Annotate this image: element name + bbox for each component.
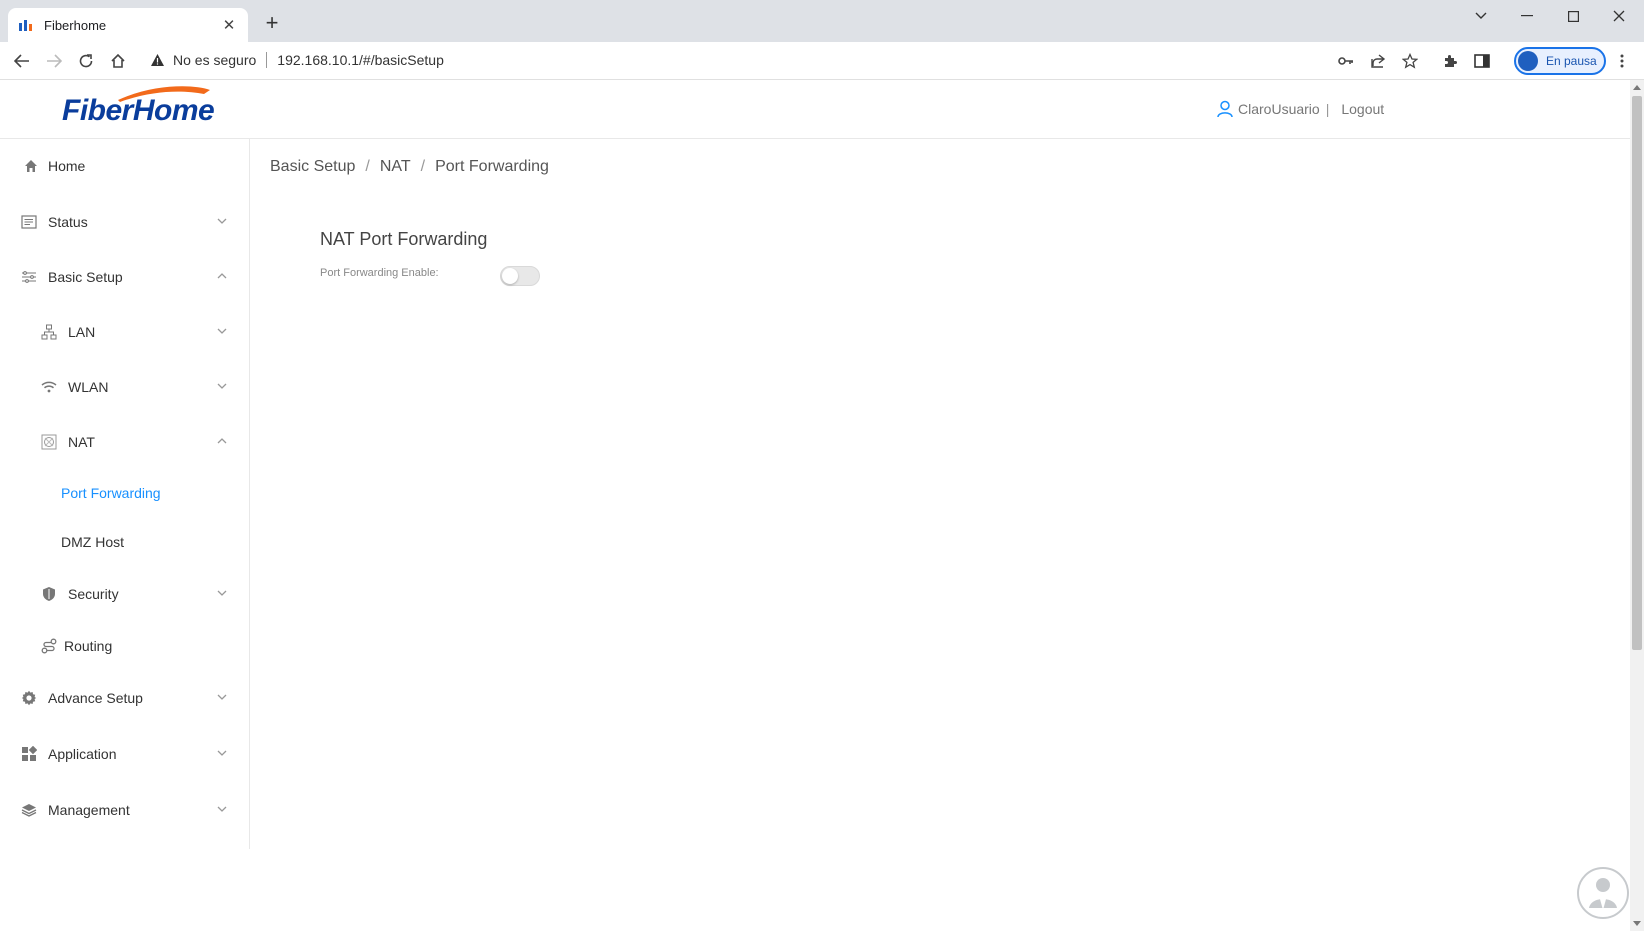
sidebar-item-label: Basic Setup: [48, 269, 123, 285]
sidebar-item-label: NAT: [68, 434, 95, 450]
sidebar-item-status[interactable]: Status: [0, 202, 249, 242]
forward-arrow-icon[interactable]: [40, 48, 68, 74]
network-icon: [40, 323, 58, 341]
routing-icon: [40, 637, 58, 655]
close-window-icon[interactable]: [1596, 0, 1642, 32]
fiberhome-favicon-icon: [18, 17, 34, 33]
chevron-down-icon: [217, 750, 227, 756]
sidebar-item-security[interactable]: Security: [0, 574, 249, 614]
layers-icon: [20, 801, 38, 819]
chevron-up-icon: [217, 273, 227, 279]
logout-link[interactable]: Logout: [1341, 101, 1384, 117]
minimize-icon[interactable]: [1504, 0, 1550, 32]
gear-icon: [20, 689, 38, 707]
app-header: FiberHome ClaroUsuario | Logout: [0, 80, 1630, 139]
key-icon[interactable]: [1332, 48, 1360, 74]
address-bar[interactable]: No es seguro 192.168.10.1/#/basicSetup: [150, 52, 444, 68]
watermark-logo-icon: [1576, 866, 1630, 920]
warning-icon: [150, 53, 165, 67]
sidebar-item-label: Status: [48, 214, 88, 230]
sidebar-item-home[interactable]: Home: [0, 146, 249, 186]
side-panel-icon[interactable]: [1468, 48, 1496, 74]
sidebar-item-application[interactable]: Application: [0, 734, 249, 774]
breadcrumb-basic-setup[interactable]: Basic Setup: [270, 158, 355, 176]
chevron-down-icon: [217, 328, 227, 334]
user-icon: [1216, 100, 1234, 118]
browser-toolbar: No es seguro 192.168.10.1/#/basicSetup E…: [0, 42, 1644, 80]
logo-text: FiberHome: [62, 94, 215, 127]
chevron-up-icon: [217, 438, 227, 444]
breadcrumb-nat[interactable]: NAT: [380, 158, 411, 176]
browser-titlebar: Fiberhome ✕ +: [0, 0, 1644, 42]
home-icon[interactable]: [104, 48, 132, 74]
scrollbar-thumb[interactable]: [1632, 96, 1642, 650]
port-forwarding-enable-toggle[interactable]: [500, 266, 540, 286]
sidebar-item-advance-setup[interactable]: Advance Setup: [0, 678, 249, 718]
sidebar-item-lan[interactable]: LAN: [0, 312, 249, 352]
sidebar-item-label: Application: [48, 746, 117, 762]
sidebar-item-basic-setup[interactable]: Basic Setup: [0, 257, 249, 297]
nat-icon: [40, 433, 58, 451]
tab-close-icon[interactable]: ✕: [220, 16, 238, 34]
share-icon[interactable]: [1364, 48, 1392, 74]
sidebar-item-management[interactable]: Management: [0, 790, 249, 830]
url-text: 192.168.10.1/#/basicSetup: [277, 52, 444, 68]
apps-grid-icon: [20, 745, 38, 763]
chevron-down-icon: [217, 694, 227, 700]
breadcrumb-separator: /: [420, 158, 426, 175]
page-title: NAT Port Forwarding: [320, 229, 488, 249]
page-scrollbar[interactable]: [1630, 80, 1644, 931]
sidebar-item-nat[interactable]: NAT: [0, 422, 249, 462]
back-arrow-icon[interactable]: [8, 48, 36, 74]
user-box: ClaroUsuario | Logout: [1216, 100, 1384, 118]
profile-button[interactable]: En pausa: [1514, 47, 1606, 75]
home-icon: [22, 157, 40, 175]
sidebar-item-label: WLAN: [68, 379, 109, 395]
new-tab-button[interactable]: +: [260, 12, 284, 34]
header-separator: |: [1325, 101, 1330, 117]
sidebar-item-label: Home: [48, 158, 86, 174]
url-separator: [266, 52, 268, 68]
settings-sliders-icon: [20, 268, 38, 286]
shield-icon: [40, 585, 58, 603]
sidebar-item-label: LAN: [68, 324, 96, 340]
chevron-down-icon: [217, 383, 227, 389]
sidebar-item-label: Management: [48, 802, 130, 818]
maximize-icon[interactable]: [1550, 0, 1596, 32]
sidebar-item-dmz-host[interactable]: DMZ Host: [0, 522, 249, 562]
fiberhome-logo[interactable]: FiberHome: [58, 82, 218, 134]
browser-menu-icon[interactable]: [1608, 48, 1636, 74]
profile-status: En pausa: [1546, 54, 1597, 68]
scroll-down-arrow-icon[interactable]: [1633, 921, 1641, 926]
toggle-knob: [502, 268, 518, 284]
scroll-up-arrow-icon[interactable]: [1633, 85, 1641, 90]
sidebar-item-label: Routing: [64, 638, 113, 654]
status-list-icon: [20, 213, 38, 231]
breadcrumb: Basic Setup / NAT / Port Forwarding: [270, 158, 549, 176]
security-status: No es seguro: [173, 52, 257, 68]
tab-search-icon[interactable]: [1458, 0, 1504, 32]
sidebar-item-label: Advance Setup: [48, 690, 143, 706]
sidebar-item-port-forwarding[interactable]: Port Forwarding: [0, 473, 249, 513]
bookmark-star-icon[interactable]: [1396, 48, 1424, 74]
chevron-down-icon: [217, 590, 227, 596]
chevron-down-icon: [217, 218, 227, 224]
reload-icon[interactable]: [72, 48, 100, 74]
chevron-down-icon: [217, 806, 227, 812]
tab-title: Fiberhome: [44, 17, 107, 33]
avatar: [1518, 51, 1538, 71]
sidebar-item-label: Security: [68, 586, 119, 602]
username-label: ClaroUsuario: [1238, 101, 1320, 117]
browser-tab[interactable]: Fiberhome ✕: [8, 8, 248, 42]
port-forwarding-enable-label: Port Forwarding Enable:: [320, 267, 439, 279]
sidebar-item-routing[interactable]: Routing: [0, 626, 249, 666]
sidebar: Home Status Basic Setup LAN WLAN NAT Por…: [0, 139, 250, 849]
sidebar-item-wlan[interactable]: WLAN: [0, 367, 249, 407]
extensions-puzzle-icon[interactable]: [1436, 48, 1464, 74]
breadcrumb-port-forwarding: Port Forwarding: [435, 158, 549, 175]
wifi-icon: [40, 378, 58, 396]
breadcrumb-separator: /: [365, 158, 370, 175]
